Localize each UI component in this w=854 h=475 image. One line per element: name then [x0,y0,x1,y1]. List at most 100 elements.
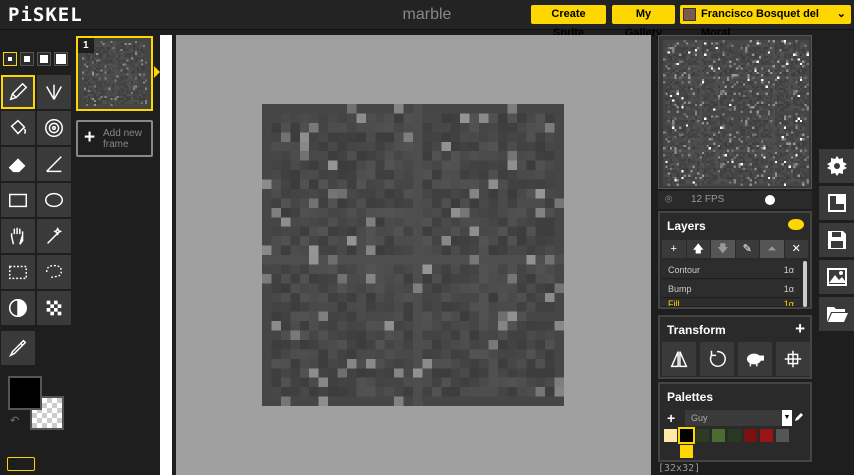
tool-dithering[interactable] [37,291,71,325]
palette-select[interactable]: Guy ▼ [685,410,792,426]
move-layer-up-icon[interactable]: 🡅 [686,240,710,258]
tool-rectangle[interactable] [1,183,35,217]
tool-rectangle-select[interactable] [1,255,35,289]
fps-control: ⌾ 12 FPS [658,191,812,209]
sheep-clone-icon [746,353,764,367]
layer-name: Fill [668,299,680,307]
palette-color-swatch[interactable] [760,429,773,442]
chevron-down-icon: ⌄ [836,8,846,20]
tool-shape-select[interactable] [37,219,71,253]
resize-icon [827,194,846,212]
create-sprite-button[interactable]: Create Sprite [531,5,606,39]
palette-color-swatch[interactable] [664,429,677,442]
clone-button[interactable] [738,342,772,376]
rotate-button[interactable] [700,342,734,376]
pen-size-2-button[interactable] [20,52,34,66]
drawing-canvas-area[interactable] [176,35,651,475]
tool-color-picker[interactable] [1,331,35,365]
rectangle-select-icon [9,265,27,280]
palettes-title: Palettes [667,390,714,404]
lasso-select-icon [45,264,63,280]
pen-size-1-button[interactable] [3,52,17,66]
paint-same-color-icon [45,119,63,137]
layer-item[interactable]: Contour 1α [662,261,800,279]
tool-circle[interactable] [37,183,71,217]
user-menu-button[interactable]: Francisco Bosquet del Moral ⌄ [680,5,851,39]
pen-size-4-button[interactable] [54,52,68,66]
add-palette-icon[interactable]: + [667,410,675,426]
resize-button[interactable] [819,186,854,220]
fps-slider-handle[interactable] [765,195,775,205]
eye-icon[interactable] [788,219,804,230]
frame-thumbnail[interactable]: 1 [76,36,160,111]
lighten-icon [9,299,27,317]
keyboard-shortcuts-icon[interactable] [7,457,35,471]
transform-panel: Transform + [658,315,812,379]
add-frame-button[interactable]: + Add new frame [76,120,153,157]
layers-scrollbar[interactable] [803,261,807,307]
layer-item-selected[interactable]: Fill 1α [662,299,800,307]
top-bar: PiSKEL marble Create Sprite My Gallery F… [0,0,854,39]
edit-palette-icon[interactable] [794,412,804,422]
plus-icon: + [84,127,96,148]
tool-lighten[interactable] [1,291,35,325]
import-button[interactable] [819,297,854,331]
hand-move-icon [10,227,24,245]
eraser-icon [8,158,26,173]
image-export-icon [826,268,847,286]
onion-skin-icon[interactable]: ⌾ [665,192,672,207]
save-button[interactable] [819,223,854,257]
palette-color-swatch[interactable] [678,427,695,444]
tool-paint-bucket[interactable] [1,111,35,145]
palette-color-swatch[interactable] [792,429,805,442]
expand-icon[interactable]: + [795,319,805,339]
swap-colors-icon[interactable]: ↶ [10,414,19,427]
palettes-panel: Palettes + Guy ▼ [658,382,812,462]
eyedropper-icon [9,339,27,357]
palette-color-swatch[interactable] [680,445,693,458]
pen-size-3-button[interactable] [37,52,51,66]
circle-icon [45,192,63,208]
flip-horizontal-icon [670,351,688,368]
center-button[interactable] [776,342,810,376]
move-layer-down-icon[interactable]: 🡇 [711,240,735,258]
animation-preview [658,35,812,189]
tool-lasso-select[interactable] [37,255,71,289]
layers-title: Layers [667,219,706,233]
export-button[interactable] [819,260,854,294]
my-gallery-button[interactable]: My Gallery [612,5,675,39]
stroke-line-icon [46,156,62,173]
settings-button[interactable] [819,149,854,183]
add-layer-icon[interactable]: + [662,240,686,258]
primary-color-swatch[interactable] [8,376,42,410]
tool-pen[interactable] [1,75,35,109]
layer-opacity: 1α [783,299,794,307]
tool-move[interactable] [1,219,35,253]
add-frame-label: Add new frame [103,128,142,150]
edit-layer-icon[interactable]: ✎ [735,240,759,258]
sprite-canvas[interactable] [262,104,564,406]
tool-panel: ↶ [0,35,73,475]
tiled-preview-image [663,40,809,186]
tool-eraser[interactable] [1,147,35,181]
tool-stroke[interactable] [37,147,71,181]
palette-color-swatch[interactable] [744,429,757,442]
layer-item[interactable]: Bump 1α [662,280,800,298]
align-center-icon [784,350,802,368]
palette-selected-name: Guy [691,413,708,423]
palette-color-swatch[interactable] [776,429,789,442]
palette-color-swatch[interactable] [696,429,709,442]
tool-mirror-pen[interactable] [37,75,71,109]
layer-opacity: 1α [783,265,794,275]
vertical-mirror-pen-icon [46,84,62,100]
layer-name: Contour [668,265,701,275]
merge-layer-icon[interactable]: ⏶ [760,240,784,258]
color-selector: ↶ [8,376,68,436]
tool-paint-same-color[interactable] [37,111,71,145]
delete-layer-icon[interactable]: ✕ [784,240,808,258]
layer-name: Bump [668,284,692,294]
chevron-down-icon: ▼ [782,410,792,426]
palette-color-swatch[interactable] [728,429,741,442]
palette-color-swatch[interactable] [712,429,725,442]
flip-button[interactable] [662,342,696,376]
